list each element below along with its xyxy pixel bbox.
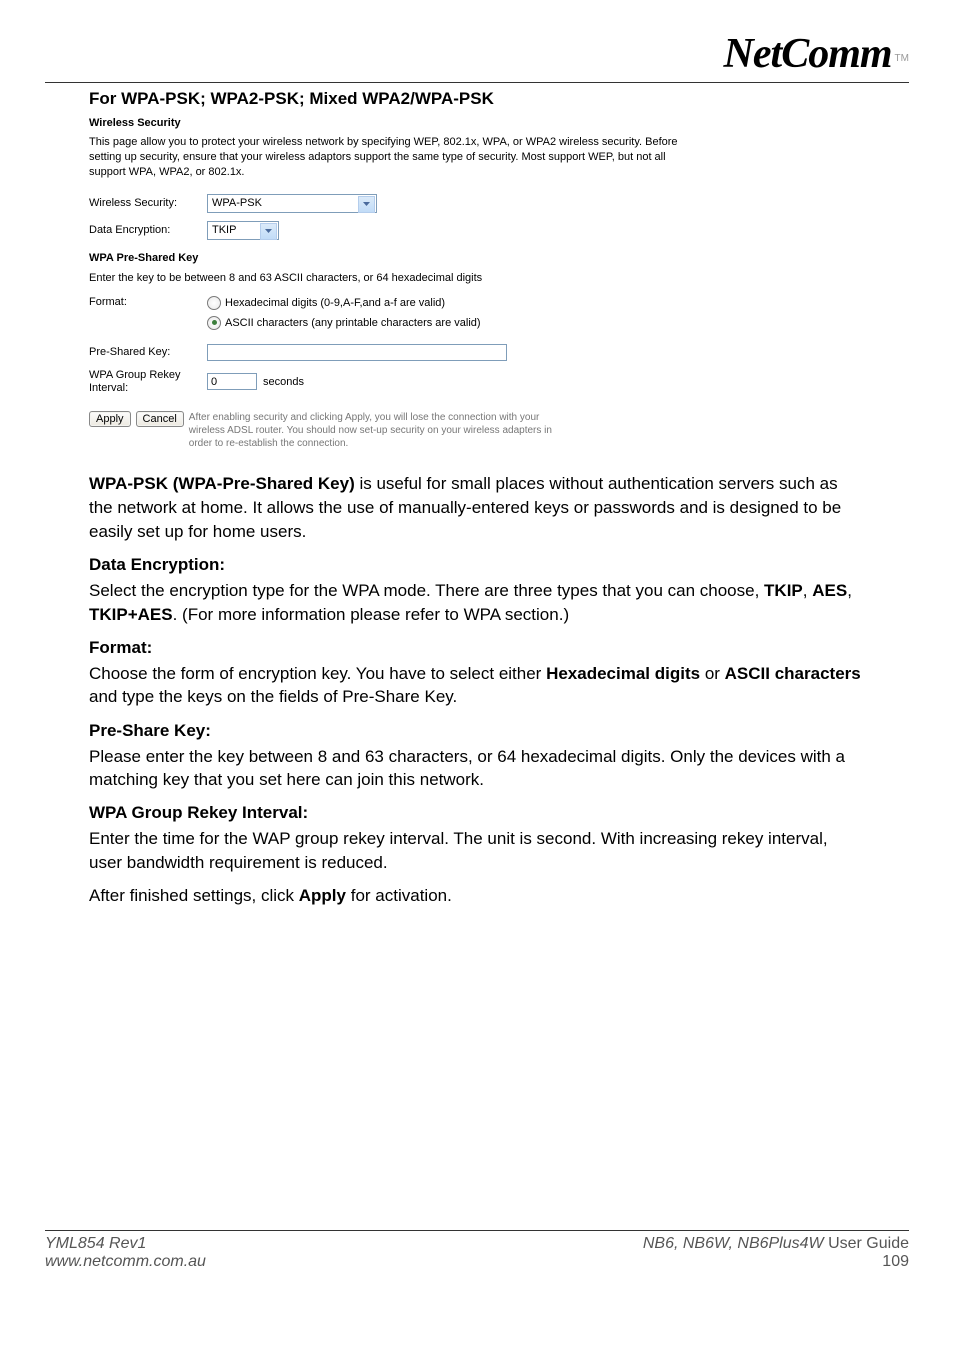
footer-page-number: 109 <box>882 1253 909 1270</box>
format-label: Format: <box>89 296 207 308</box>
format-body: Choose the form of encryption key. You h… <box>89 662 865 709</box>
panel-title: Wireless Security <box>89 117 679 129</box>
preshared-key-input[interactable] <box>207 344 507 361</box>
chevron-down-icon <box>358 196 375 213</box>
rekey-heading: WPA Group Rekey Interval: <box>89 801 865 825</box>
security-select[interactable]: WPA-PSK <box>207 194 377 213</box>
format-radio-ascii[interactable] <box>207 316 221 330</box>
encryption-label: Data Encryption: <box>89 224 207 236</box>
rekey-label: WPA Group Rekey Interval: <box>89 369 207 395</box>
cancel-button[interactable]: Cancel <box>136 411 184 427</box>
footer-right: NB6, NB6W, NB6Plus4W User Guide 109 <box>643 1235 909 1271</box>
format-option-hex: Hexadecimal digits (0-9,A-F,and a-f are … <box>225 297 445 309</box>
psk-note: Enter the key to be between 8 and 63 ASC… <box>89 272 679 284</box>
psk-heading: WPA Pre-Shared Key <box>89 252 679 264</box>
footer-doc-id: YML854 Rev1 <box>45 1235 146 1252</box>
rekey-interval-input[interactable] <box>207 373 257 390</box>
brand-logo: NetCommTM <box>45 20 909 82</box>
format-radio-hex[interactable] <box>207 296 221 310</box>
encryption-select[interactable]: TKIP <box>207 221 279 240</box>
footer-left: YML854 Rev1 www.netcomm.com.au <box>45 1235 206 1271</box>
data-encryption-body: Select the encryption type for the WPA m… <box>89 579 865 626</box>
preshared-label: Pre-Shared Key: <box>89 346 207 358</box>
logo-text: NetComm <box>724 30 892 78</box>
chevron-down-icon <box>260 223 277 240</box>
trademark-symbol: TM <box>895 53 909 64</box>
format-heading: Format: <box>89 636 865 660</box>
wireless-security-panel: Wireless Security This page allow you to… <box>89 117 679 450</box>
header-divider <box>45 82 909 83</box>
format-option-ascii: ASCII characters (any printable characte… <box>225 317 481 329</box>
footer-product: NB6, NB6W, NB6Plus4W <box>643 1235 828 1252</box>
section-title: For WPA-PSK; WPA2-PSK; Mixed WPA2/WPA-PS… <box>89 89 909 109</box>
security-label: Wireless Security: <box>89 197 207 209</box>
security-select-value: WPA-PSK <box>212 197 262 209</box>
intro-paragraph: WPA-PSK (WPA-Pre-Shared Key) is useful f… <box>89 472 865 543</box>
data-encryption-heading: Data Encryption: <box>89 553 865 577</box>
apply-warning-note: After enabling security and clicking App… <box>189 411 569 450</box>
preshare-heading: Pre-Share Key: <box>89 719 865 743</box>
encryption-select-value: TKIP <box>212 224 236 236</box>
intro-bold: WPA-PSK (WPA-Pre-Shared Key) <box>89 474 355 493</box>
apply-button[interactable]: Apply <box>89 411 131 427</box>
preshare-body: Please enter the key between 8 and 63 ch… <box>89 745 865 792</box>
footer-guide-label: User Guide <box>828 1235 909 1252</box>
footer-url: www.netcomm.com.au <box>45 1253 206 1270</box>
page-footer: YML854 Rev1 www.netcomm.com.au NB6, NB6W… <box>45 1230 909 1271</box>
panel-description: This page allow you to protect your wire… <box>89 135 679 180</box>
rekey-body: Enter the time for the WAP group rekey i… <box>89 827 865 874</box>
after-paragraph: After finished settings, click Apply for… <box>89 884 865 908</box>
rekey-unit: seconds <box>263 376 304 388</box>
